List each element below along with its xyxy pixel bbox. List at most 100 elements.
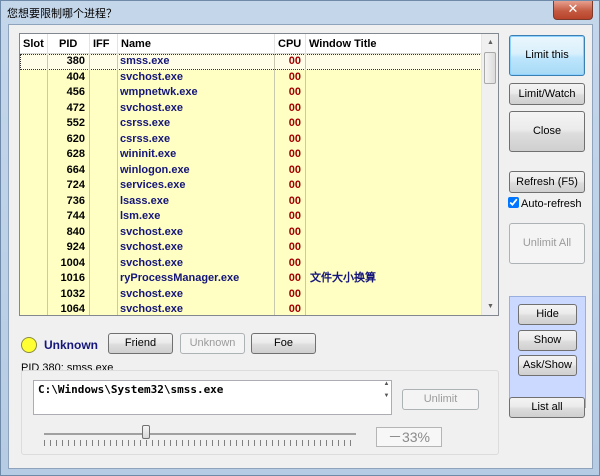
row-name-cell: services.exe (117, 178, 274, 194)
process-row[interactable]: 456 wmpnetwk.exe 00 (20, 85, 482, 101)
row-name-cell: svchost.exe (117, 240, 274, 256)
row-cpu-cell: 00 (274, 69, 305, 85)
row-pid-cell: 456 (47, 85, 89, 101)
row-pid-cell: 472 (47, 100, 89, 116)
column-header-iff[interactable]: IFF (89, 34, 117, 54)
limit-this-button[interactable]: Limit this (509, 35, 585, 76)
unlimit-all-button[interactable]: Unlimit All (509, 223, 585, 264)
row-iff-cell (89, 271, 117, 287)
row-pid-cell: 840 (47, 224, 89, 240)
process-row[interactable]: 1032 svchost.exe 00 (20, 286, 482, 303)
limit-watch-button[interactable]: Limit/Watch (509, 83, 585, 105)
column-header-cpu[interactable]: CPU (274, 34, 305, 54)
close-icon: ✕ (567, 2, 579, 17)
limit-dialog-window: 您想要限制哪个进程？ ✕ Slot PID IFF Name CPU Windo… (0, 0, 600, 476)
process-row[interactable]: 840 svchost.exe 00 (20, 224, 482, 240)
row-cpu-cell: 00 (274, 286, 305, 302)
process-list-scrollbar[interactable]: ▲ ▼ (481, 34, 498, 315)
row-slot-cell (20, 178, 47, 194)
row-iff-cell (89, 100, 117, 116)
unlimit-all-label: Unlimit All (522, 237, 572, 249)
process-row[interactable]: 628 wininit.exe 00 (20, 147, 482, 163)
process-row[interactable]: 724 services.exe 00 (20, 178, 482, 194)
row-iff-cell (89, 54, 117, 70)
unknown-button[interactable]: Unknown (180, 333, 245, 354)
process-row[interactable]: 1004 svchost.exe 00 (20, 255, 482, 272)
row-window-title-cell (305, 116, 482, 132)
foe-button[interactable]: Foe (251, 333, 316, 354)
column-header-name[interactable]: Name (117, 34, 274, 54)
row-iff-cell (89, 131, 117, 147)
row-cpu-cell: 00 (274, 131, 305, 147)
process-row[interactable]: 1064 svchost.exe 00 (20, 302, 482, 315)
row-cpu-cell: 00 (274, 209, 305, 225)
limit-slider-track[interactable] (44, 433, 356, 435)
hide-button-label: Hide (536, 308, 559, 320)
row-window-title-cell (305, 131, 482, 147)
row-iff-cell (89, 193, 117, 209)
row-window-title-cell (305, 302, 482, 315)
column-header-pid[interactable]: PID (47, 34, 89, 54)
row-iff-cell (89, 255, 117, 271)
process-row[interactable]: 1016 ryProcessManager.exe 00 文件大小换算 (20, 271, 482, 287)
row-cpu-cell: 00 (274, 100, 305, 116)
ask-show-button[interactable]: Ask/Show (518, 355, 577, 376)
row-slot-cell (20, 194, 47, 210)
row-pid-cell: 628 (47, 147, 89, 163)
row-window-title-cell (305, 286, 482, 302)
row-slot-cell (20, 147, 47, 163)
auto-refresh-checkbox[interactable] (508, 197, 519, 208)
row-iff-cell (89, 69, 117, 85)
dialog-client-area: Slot PID IFF Name CPU Window Title 380 sm… (8, 24, 593, 469)
path-scroll-arrows-icon[interactable]: ▲ ▼ (382, 381, 391, 414)
process-list[interactable]: Slot PID IFF Name CPU Window Title 380 sm… (19, 33, 499, 316)
row-window-title-cell (305, 100, 482, 116)
title-bar: 您想要限制哪个进程？ ✕ (1, 1, 599, 23)
friend-button[interactable]: Friend (108, 333, 173, 354)
row-slot-cell (20, 163, 47, 179)
friend-button-label: Friend (124, 337, 157, 349)
unlimit-button[interactable]: Unlimit (402, 389, 479, 410)
auto-refresh-option[interactable]: Auto-refresh (508, 196, 582, 212)
process-row[interactable]: 664 winlogon.exe 00 (20, 162, 482, 179)
row-cpu-cell: 00 (274, 271, 305, 287)
process-row[interactable]: 736 lsass.exe 00 (20, 193, 482, 210)
window-close-button[interactable]: ✕ (553, 1, 593, 20)
row-iff-cell (89, 209, 117, 225)
column-header-slot[interactable]: Slot (20, 34, 47, 54)
process-row[interactable]: 472 svchost.exe 00 (20, 100, 482, 116)
list-all-button[interactable]: List all (509, 397, 585, 418)
process-path-field[interactable]: C:\Windows\System32\smss.exe ▲ ▼ (33, 380, 392, 415)
column-header-window-title[interactable]: Window Title (305, 34, 482, 54)
auto-refresh-label: Auto-refresh (521, 198, 582, 210)
process-row[interactable]: 380 smss.exe 00 (20, 54, 482, 70)
row-pid-cell: 744 (47, 209, 89, 225)
scroll-up-arrow-icon[interactable]: ▲ (482, 34, 498, 51)
row-slot-cell (20, 256, 47, 272)
hide-button[interactable]: Hide (518, 304, 577, 325)
scroll-down-arrow-icon[interactable]: ▼ (482, 298, 498, 315)
show-button[interactable]: Show (518, 330, 577, 351)
refresh-button[interactable]: Refresh (F5) (509, 171, 585, 193)
row-slot-cell (20, 271, 47, 287)
row-window-title-cell (305, 224, 482, 240)
scrollbar-thumb[interactable] (484, 52, 496, 84)
limit-slider-thumb[interactable] (142, 425, 150, 439)
row-slot-cell (20, 209, 47, 225)
row-iff-cell (89, 116, 117, 132)
limit-watch-label: Limit/Watch (518, 88, 576, 100)
row-pid-cell: 1064 (47, 302, 89, 315)
process-row[interactable]: 924 svchost.exe 00 (20, 240, 482, 256)
process-row[interactable]: 744 lsm.exe 00 (20, 209, 482, 225)
row-name-cell: ryProcessManager.exe (117, 271, 274, 287)
row-pid-cell: 1032 (47, 286, 89, 302)
row-name-cell: smss.exe (117, 54, 274, 70)
row-slot-cell (20, 287, 47, 303)
visibility-panel: Hide Show Ask/Show (509, 296, 586, 408)
row-window-title-cell (305, 209, 482, 225)
process-row[interactable]: 404 svchost.exe 00 (20, 69, 482, 85)
process-row[interactable]: 552 csrss.exe 00 (20, 116, 482, 132)
process-row[interactable]: 620 csrss.exe 00 (20, 131, 482, 147)
row-window-title-cell (305, 69, 482, 85)
close-button[interactable]: Close (509, 111, 585, 152)
